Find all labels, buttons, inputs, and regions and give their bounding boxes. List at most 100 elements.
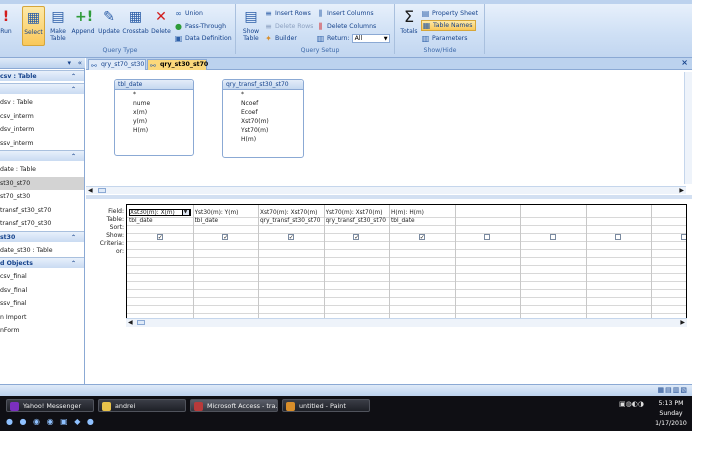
grid-table-cell[interactable]: qry_transf_st30_st70 [326,217,388,225]
grid-horizontal-scrollbar[interactable]: ◀ ▶ [126,318,687,327]
nav-item[interactable]: ssv_interm [0,137,84,150]
grid-table-cell[interactable]: tbl_date [391,217,453,225]
nav-item[interactable]: transf_st70_st30 [0,217,84,230]
grid-table-cell[interactable]: tbl_date [195,217,257,225]
view-switcher-icon[interactable]: ▦▤▥▧ [658,386,688,394]
show-checkbox[interactable]: ✓ [156,234,163,241]
tray-icons[interactable]: ▣◍◐◑ [619,400,644,408]
table-field[interactable]: * [223,90,303,99]
collapse-chevron-icon[interactable]: ⌃ [71,84,76,94]
parameters-button[interactable]: ▥ Parameters [421,33,468,44]
union-button[interactable]: ∞ Union [174,8,203,19]
scroll-thumb[interactable] [98,188,106,193]
upper-horizontal-scrollbar[interactable]: ◀ ▶ [86,186,686,194]
table-box-qry-transf[interactable]: qry_transf_st30_st70 * Ncoef Ecoef Xst70… [222,79,304,158]
show-checkbox[interactable]: ✓ [222,234,228,241]
crosstab-button[interactable]: ▦ Crosstab [122,6,149,46]
grid-table-cell[interactable] [588,217,650,225]
table-names-button[interactable]: ▦ Table Names [421,20,477,31]
collapse-chevron-icon[interactable]: ⌃ [71,258,76,268]
insert-columns-button[interactable]: ⫼ Insert Columns [316,8,374,19]
nav-item[interactable]: dsv_final [0,284,84,297]
make-table-button[interactable]: ▤ Make Table [47,6,69,46]
scroll-right-icon[interactable]: ▶ [679,187,684,194]
append-button[interactable]: +! Append [70,6,96,46]
grid-table-cell[interactable] [653,217,686,225]
table-field[interactable]: nume [115,99,193,108]
nav-item[interactable]: csv_interm [0,110,84,123]
nav-item[interactable]: dsv : Table [0,96,84,109]
builder-button[interactable]: ✦ Builder [264,33,297,44]
nav-collapse-icon[interactable]: « [78,59,82,67]
show-checkbox[interactable] [549,234,556,240]
run-button[interactable]: ! Run [0,6,16,46]
taskbar-button[interactable]: andrei [98,399,186,412]
table-box-title[interactable]: tbl_date [115,80,193,90]
collapse-chevron-icon[interactable]: ⌃ [71,71,76,81]
grid-field-cell[interactable]: H(m): H(m) [391,209,453,217]
grid-field-cell[interactable] [653,209,686,217]
table-field[interactable]: y(m) [115,117,193,126]
collapse-chevron-icon[interactable]: ⌃ [71,151,76,161]
table-field[interactable]: Yst70(m) [223,126,303,135]
grid-table-cell[interactable] [522,217,584,225]
chevron-down-icon[interactable]: ▼ [181,209,190,216]
grid-table-cell[interactable]: tbl_date [129,217,191,225]
table-field[interactable]: H(m) [115,126,193,135]
table-box-title[interactable]: qry_transf_st30_st70 [223,80,303,90]
table-field[interactable]: Ncoef [223,99,303,108]
table-field[interactable]: H(m) [223,135,303,144]
nav-group-header[interactable]: csv : Table ⌃ [0,70,84,81]
delete-columns-button[interactable]: ⫼ Delete Columns [316,21,377,32]
close-icon[interactable]: × [681,58,688,67]
nav-item[interactable]: st30_st70 [0,176,84,190]
upper-vertical-scrollbar[interactable] [684,72,692,184]
nav-item[interactable]: n Import [0,311,84,324]
taskbar-button[interactable]: Microsoft Access - tra... [190,399,278,412]
taskbar-button[interactable]: Yahoo! Messenger [6,399,94,412]
scroll-thumb[interactable] [137,320,145,325]
nav-item[interactable]: date : Table [0,163,84,176]
table-box-tbl-date[interactable]: tbl_date * nume x(m) y(m) H(m) [114,79,194,156]
grid-field-cell[interactable]: Yst30(m): Y(m) [195,209,257,217]
update-button[interactable]: ✎ Update [97,6,121,46]
grid-table-cell[interactable] [457,217,519,225]
nav-group-header[interactable]: ⌃ [0,150,84,161]
totals-button[interactable]: Σ Totals [398,6,420,46]
delete-rows-button[interactable]: ≡ Delete Rows [264,21,313,32]
nav-item[interactable]: nForm [0,324,84,337]
delete-query-button[interactable]: ✕ Delete [150,6,172,46]
collapse-chevron-icon[interactable]: ⌃ [71,232,76,242]
grid-field-cell[interactable] [522,209,584,217]
table-field[interactable]: Ecoef [223,108,303,117]
show-checkbox[interactable] [680,234,686,240]
scroll-right-icon[interactable]: ▶ [680,319,685,326]
clock-time[interactable]: 5:13 PM [651,400,691,407]
table-field[interactable]: Xst70(m) [223,117,303,126]
nav-item[interactable]: date_st30 : Table [0,244,84,257]
select-button[interactable]: ▦ Select [22,6,45,46]
show-checkbox[interactable]: ✓ [353,234,359,241]
grid-field-cell[interactable]: Yst70(m): Xst70(m) [326,209,388,217]
nav-dropdown-chevron-icon[interactable]: ▾ [67,59,71,67]
show-checkbox[interactable] [615,234,622,240]
tab-qry-st30-st70[interactable]: ⚯ qry_st30_st70 [147,59,208,70]
table-field[interactable]: x(m) [115,108,193,117]
grid-table-cell[interactable]: qry_transf_st30_st70 [260,217,322,225]
property-sheet-button[interactable]: ▤ Property Sheet [421,8,478,19]
nav-item[interactable]: ssv_final [0,297,84,310]
scroll-left-icon[interactable]: ◀ [88,187,93,194]
nav-group-header[interactable]: d Objects ⌃ [0,257,84,268]
nav-item[interactable]: st70_st30 [0,190,84,203]
table-field[interactable]: * [115,90,193,99]
nav-item[interactable]: dsv_interm [0,123,84,136]
tab-qry-st70-st30[interactable]: ⚯ qry_st70_st30 [88,59,146,70]
show-checkbox[interactable]: ✓ [287,234,294,241]
nav-item[interactable]: csv_final [0,270,84,283]
grid-field-cell[interactable] [457,209,519,217]
show-checkbox[interactable]: ✓ [418,234,425,241]
nav-group-header[interactable]: st30 ⌃ [0,230,84,242]
return-dropdown[interactable]: All ▼ [351,34,390,43]
grid-field-cell[interactable] [588,209,650,217]
show-checkbox[interactable] [484,234,491,240]
